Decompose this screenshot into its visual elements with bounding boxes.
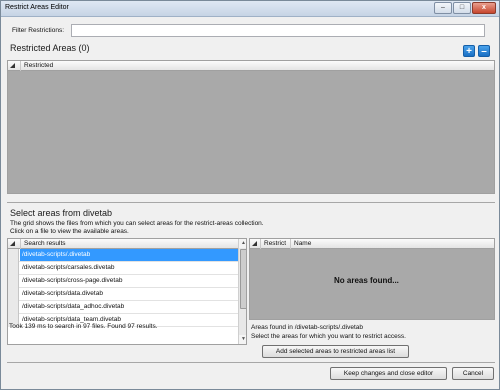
add-restriction-button[interactable]: + <box>463 45 475 57</box>
results-scrollbar[interactable]: ▲ ▼ <box>238 239 246 344</box>
maximize-button[interactable]: □ <box>453 2 471 14</box>
search-status: Took 139 ms to search in 97 files. Found… <box>9 323 158 330</box>
areas-grid[interactable]: Restrict Name No areas found... <box>249 238 495 320</box>
window-title: Restrict Areas Editor <box>5 4 69 11</box>
select-all-corner-icon[interactable] <box>10 63 15 68</box>
filter-restrictions-input[interactable] <box>71 24 485 37</box>
search-results-header: Search results <box>8 239 238 249</box>
list-item[interactable]: /divetab-scripts/cross-page.divetab <box>8 275 238 288</box>
footer-divider <box>7 362 495 363</box>
minimize-button[interactable]: – <box>434 2 452 14</box>
row-header[interactable] <box>8 288 19 301</box>
areas-found-in: Areas found in /divetab-scripts/.divetab <box>251 324 364 331</box>
select-instruction: Click on a file to view the available ar… <box>10 228 129 235</box>
list-item[interactable]: /divetab-scripts/data.divetab <box>8 288 238 301</box>
add-selected-areas-button[interactable]: Add selected areas to restricted areas l… <box>262 345 409 358</box>
row-header[interactable] <box>8 262 19 275</box>
select-areas-heading: Select areas from divetab <box>10 208 113 218</box>
restricted-areas-grid[interactable]: Restricted <box>7 60 495 194</box>
no-areas-message: No areas found... <box>334 276 399 285</box>
filter-label: Filter Restrictions: <box>12 27 65 34</box>
row-header[interactable] <box>8 275 19 288</box>
scroll-thumb[interactable] <box>240 249 246 309</box>
restricted-areas-heading: Restricted Areas (0) <box>10 43 90 53</box>
list-item[interactable]: /divetab-scripts/.divetab <box>8 249 238 262</box>
result-path: /divetab-scripts/carsales.divetab <box>22 264 115 271</box>
restricted-grid-header: Restricted <box>8 61 494 71</box>
result-path: /divetab-scripts/.divetab <box>20 249 238 261</box>
result-path: /divetab-scripts/cross-page.divetab <box>22 277 123 284</box>
column-restrict[interactable]: Restrict <box>260 239 286 249</box>
row-header[interactable] <box>8 301 19 314</box>
select-all-corner-icon[interactable] <box>252 241 257 246</box>
result-path: /divetab-scripts/data.divetab <box>22 290 103 297</box>
scroll-up-icon[interactable]: ▲ <box>239 239 246 248</box>
row-header[interactable] <box>8 249 19 262</box>
keep-changes-button[interactable]: Keep changes and close editor <box>330 367 447 380</box>
list-item[interactable]: /divetab-scripts/carsales.divetab <box>8 262 238 275</box>
select-areas-hint: Select the areas for which you want to r… <box>251 333 406 340</box>
column-name[interactable]: Name <box>290 239 311 249</box>
areas-grid-header: Restrict Name <box>250 239 494 249</box>
remove-restriction-button[interactable]: – <box>478 45 490 57</box>
result-path: /divetab-scripts/data_adhoc.divetab <box>22 303 125 310</box>
restrict-areas-editor-window: Restrict Areas Editor – □ x Filter Restr… <box>0 0 500 390</box>
title-bar: Restrict Areas Editor – □ x <box>1 1 499 17</box>
column-search-results[interactable]: Search results <box>20 239 66 249</box>
list-item[interactable]: /divetab-scripts/data_adhoc.divetab <box>8 301 238 314</box>
scroll-down-icon[interactable]: ▼ <box>239 335 246 344</box>
cancel-button[interactable]: Cancel <box>452 367 494 380</box>
select-description: The grid shows the files from which you … <box>10 220 264 227</box>
close-window-button[interactable]: x <box>472 2 496 14</box>
select-all-corner-icon[interactable] <box>10 241 15 246</box>
column-restricted[interactable]: Restricted <box>20 61 53 71</box>
section-divider <box>7 202 495 203</box>
